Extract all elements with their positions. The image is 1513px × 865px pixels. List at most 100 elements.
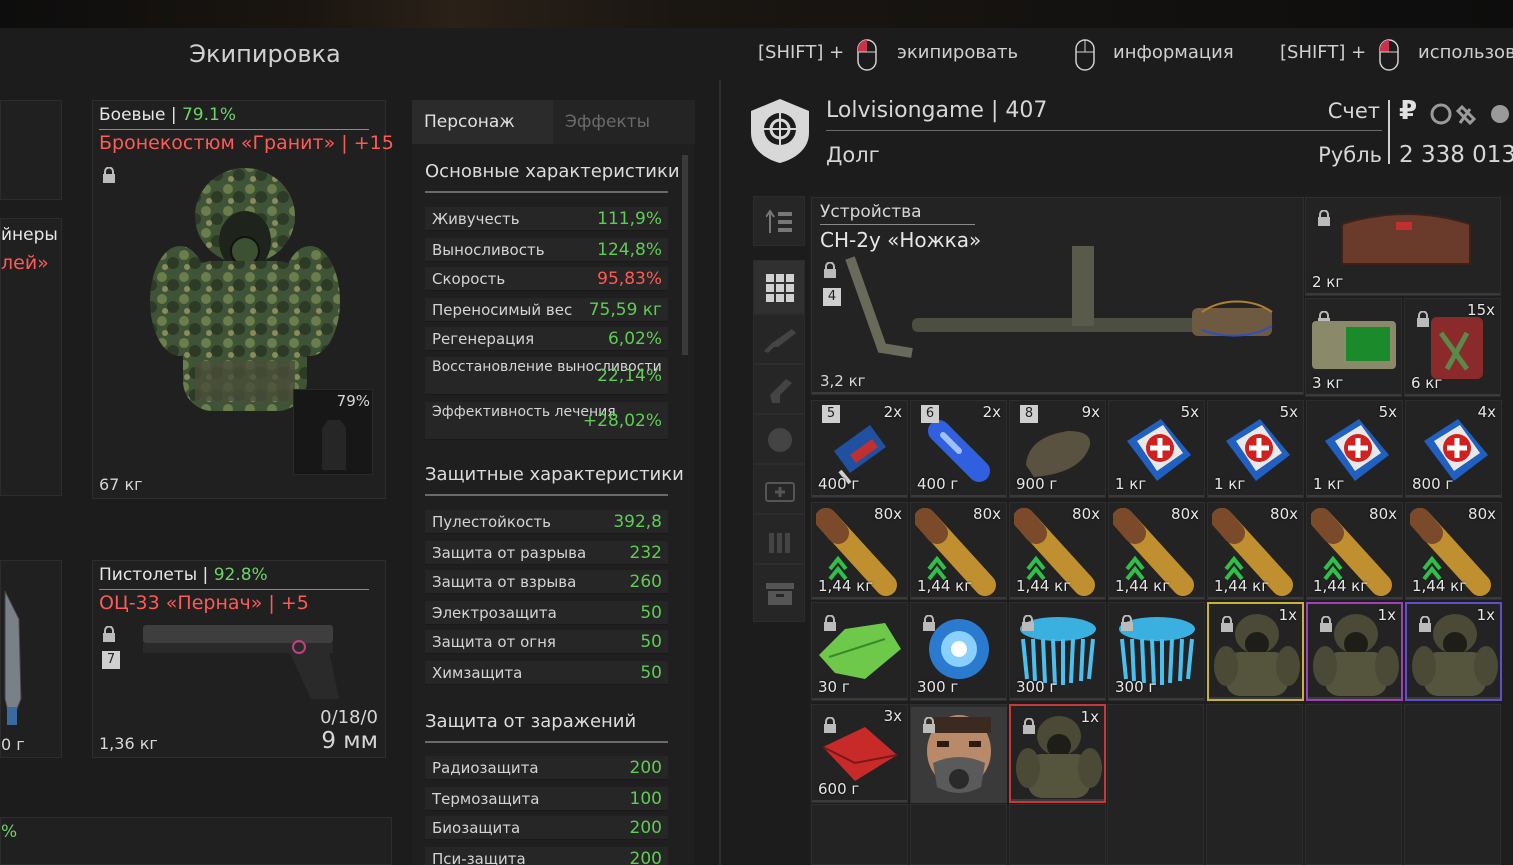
inventory-item[interactable]: 3 кг: [1305, 298, 1402, 397]
inventory-item[interactable]: 80x 1,44 кг: [1009, 502, 1106, 600]
item-weight: 1,44 кг: [1016, 577, 1072, 595]
pistol-name: ОЦ-33 «Пернач»: [99, 592, 263, 614]
item-weight: 2 кг: [1312, 273, 1344, 291]
pistol-weight: 1,36 кг: [99, 734, 158, 753]
inventory-item[interactable]: 5x 1 кг: [1108, 400, 1205, 498]
partial-left-slot-knife[interactable]: 0 г: [0, 560, 62, 758]
stat-label: Регенерация: [432, 330, 535, 348]
control-hint-equip: экипировать: [897, 42, 1019, 63]
armor-weight: 67 кг: [99, 475, 143, 494]
inventory-empty-slot[interactable]: [1305, 704, 1402, 865]
armor-slot[interactable]: Боевые | 79.1% Бронекостюм «Гранит» | +1…: [92, 100, 394, 499]
inventory-empty-slot[interactable]: [1107, 704, 1204, 865]
inventory-item[interactable]: 80x 1,44 кг: [1306, 502, 1403, 600]
inventory-item[interactable]: 300 г: [1009, 602, 1106, 701]
inventory-empty-slot[interactable]: [1404, 704, 1501, 865]
sort-button[interactable]: [753, 196, 805, 246]
item-count: 15x: [1467, 301, 1495, 319]
item-count: 1x: [1476, 606, 1495, 624]
inventory-item[interactable]: 1x: [1306, 602, 1403, 701]
inventory-item[interactable]: 80x 1,44 кг: [910, 502, 1007, 600]
equipment-title: Экипировка: [189, 40, 341, 68]
inventory-item[interactable]: 15x 6 кг: [1404, 298, 1501, 397]
stat-row: Восстановление выносливости 22,14%: [425, 357, 668, 395]
armor-name-line: Бронекостюм «Гранит» | +15: [99, 132, 394, 154]
inventory-item[interactable]: 1x: [1207, 602, 1304, 701]
filter-weapons-button[interactable]: [753, 314, 805, 364]
divider: [1388, 100, 1390, 164]
lock-wrapper: [823, 614, 837, 635]
inventory-item[interactable]: 5 2x 400 г: [811, 400, 908, 498]
filter-all-button[interactable]: [753, 260, 805, 314]
partial-left-slot-containers[interactable]: йнеры лей»: [0, 218, 62, 496]
pistol-hotkey-badge: 7: [102, 651, 120, 669]
can-icon: [1431, 317, 1483, 379]
inventory-item[interactable]: 300 г: [910, 602, 1007, 701]
item-count: 80x: [1270, 505, 1298, 523]
inventory-empty-slot[interactable]: [1206, 704, 1303, 865]
inventory-item[interactable]: 80x 1,44 кг: [811, 502, 908, 600]
stat-row: Регенерация 6,02%: [425, 327, 668, 351]
inventory-item[interactable]: 300 г: [1108, 602, 1205, 701]
inventory-item[interactable]: 5x 1 кг: [1207, 400, 1304, 498]
inventory-item[interactable]: 2 кг: [1305, 197, 1501, 296]
inventory-item[interactable]: 80x 1,44 кг: [1108, 502, 1205, 600]
partial-bottom-slot[interactable]: %: [0, 817, 392, 865]
item-weight: 1 кг: [1115, 475, 1147, 493]
inventory-item[interactable]: 3x 600 г: [811, 704, 908, 803]
inventory-item[interactable]: 80x 1,44 кг: [1405, 502, 1502, 600]
inventory-empty-slot[interactable]: [910, 804, 1007, 865]
inventory-item[interactable]: 6 2x 400 г: [910, 400, 1007, 498]
inventory-item[interactable]: 8 9x 900 г: [1009, 400, 1106, 498]
inventory-item-featured[interactable]: Устройства СН-2у «Ножка» 4 3,2 кг: [811, 197, 1304, 395]
balance-value: 2 338 013: [1399, 142, 1513, 168]
inventory-item[interactable]: 30 г: [811, 602, 908, 701]
control-hint-use: использов: [1418, 42, 1513, 63]
filter-armor-button[interactable]: [753, 414, 805, 464]
stat-value: 200: [629, 849, 662, 865]
stat-row: Переносимый вес 75,59 кг: [425, 298, 668, 322]
stat-row: Электрозащита 50: [425, 601, 668, 625]
inventory-item[interactable]: 4x 800 г: [1405, 400, 1502, 498]
inventory-item[interactable]: 1x: [1405, 602, 1502, 701]
inventory-empty-slot[interactable]: [1009, 804, 1106, 865]
pistol-name-line: ОЦ-33 «Пернач» | +5: [99, 592, 309, 614]
stat-row: Радиозащита 200: [425, 756, 668, 780]
inventory-item[interactable]: [910, 704, 1007, 803]
tab-effects[interactable]: Эффекты: [553, 100, 695, 144]
tab-character[interactable]: Персонаж: [412, 100, 553, 144]
filter-misc-button[interactable]: [753, 564, 805, 622]
inventory-item[interactable]: 5x 1 кг: [1306, 400, 1403, 498]
currency-tabs-icons: [1430, 103, 1509, 126]
partial-left-slot-top[interactable]: [0, 100, 62, 200]
header-separator: |: [990, 98, 1006, 123]
grid-icon: [766, 274, 794, 302]
stat-value: +28,02%: [582, 411, 662, 431]
armor-upgrade: +15: [353, 132, 394, 154]
item-count: 1x: [1377, 606, 1396, 624]
filter-medicine-button[interactable]: [753, 464, 805, 514]
filter-pistols-button[interactable]: [753, 364, 805, 414]
item-count: 80x: [1171, 505, 1199, 523]
stat-value: 6,02%: [607, 329, 662, 349]
armor-container-slot[interactable]: 79%: [293, 389, 373, 475]
box-icon: [766, 583, 794, 605]
partial-slot-name: лей»: [1, 252, 49, 274]
stat-row: Защита от огня 50: [425, 630, 668, 654]
stat-row: Защита от разрыва 232: [425, 541, 668, 565]
stat-row: Защита от взрыва 260: [425, 570, 668, 594]
inventory-empty-slot[interactable]: [811, 804, 908, 865]
stats-scrollbar[interactable]: [682, 155, 688, 355]
inventory-item[interactable]: 80x 1,44 кг: [1207, 502, 1304, 600]
contam-stats-title: Защита от заражений: [425, 711, 637, 732]
inventory-item[interactable]: 1x: [1009, 704, 1106, 803]
detector-icon: [845, 246, 1273, 358]
pistol-category: Пистолеты: [99, 565, 198, 585]
filter-ammo-button[interactable]: [753, 514, 805, 564]
stat-value: 124,8%: [597, 240, 662, 260]
armor-slot-header: Боевые | 79.1%: [99, 105, 236, 125]
lock-icon: [824, 262, 836, 278]
stat-label: Защита от разрыва: [432, 544, 587, 562]
pistol-slot[interactable]: Пистолеты | 92.8% ОЦ-33 «Пернач» | +5 7 …: [92, 560, 386, 758]
item-count: 2x: [982, 403, 1001, 421]
